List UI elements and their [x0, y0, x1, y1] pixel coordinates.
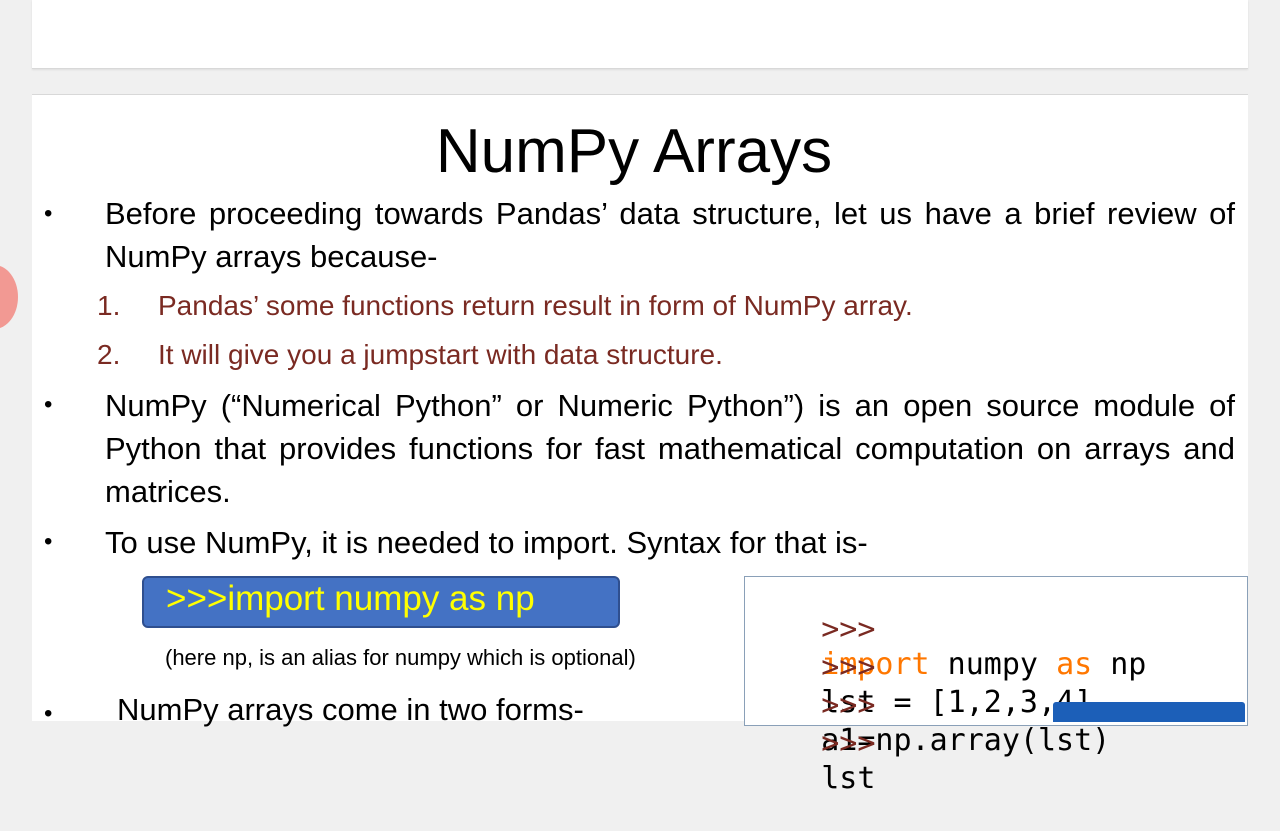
bullet-marker: •: [44, 200, 53, 227]
slide-title: NumPy Arrays: [435, 117, 833, 186]
shell-window-tab: [1053, 702, 1245, 722]
bullet-import-syntax: To use NumPy, it is needed to import. Sy…: [105, 525, 868, 560]
bullet-numpy-definition: NumPy (“Numerical Python” or Numeric Pyt…: [105, 388, 1235, 509]
shell-line: >>> lst: [749, 691, 875, 831]
reason-text: Pandas’ some functions return result in …: [158, 290, 913, 321]
shell-code: lst: [821, 761, 876, 796]
bullet-intro: Before proceeding towards Pandas’ data s…: [105, 196, 1235, 274]
bullet-array-forms: NumPy arrays come in two forms-: [117, 692, 584, 727]
top-slide-strip: [32, 0, 1248, 69]
reason-number: 2.: [97, 339, 121, 370]
reason-text: It will give you a jumpstart with data s…: [158, 339, 723, 370]
laser-pointer: [0, 265, 18, 329]
import-syntax-box: >>>import numpy as np: [142, 576, 620, 628]
bullet-marker: •: [44, 700, 53, 727]
bullet-marker: •: [44, 391, 53, 418]
reason-number: 1.: [97, 290, 121, 321]
alias-note: (here np, is an alias for numpy which is…: [165, 645, 636, 670]
shell-prompt: >>>: [821, 726, 876, 761]
bullet-marker: •: [44, 528, 53, 555]
